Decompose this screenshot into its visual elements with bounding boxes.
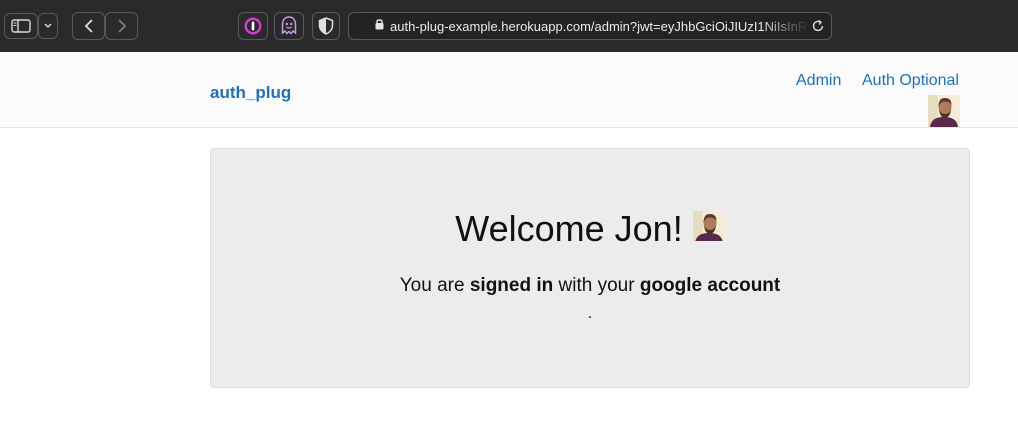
nav-link-admin[interactable]: Admin [796,72,841,90]
password-manager-icon [243,16,263,36]
signed-middle: with your [558,275,635,296]
welcome-heading: Welcome Jon! [211,207,969,251]
reload-icon[interactable] [811,19,825,38]
sidebar-toggle-button[interactable] [4,13,38,39]
url-text: auth-plug-example.herokuapp.com/admin?jw… [390,18,810,34]
password-manager-extension-button[interactable] [238,12,268,40]
sidebar-menu-button[interactable] [38,13,58,39]
chevron-down-icon [43,22,53,30]
avatar-inline [692,209,725,241]
nav-link-auth-optional[interactable]: Auth Optional [862,72,959,90]
back-button[interactable] [72,12,105,40]
ghost-icon [280,16,298,36]
privacy-shield-button[interactable] [312,12,340,40]
trailing-period: . [587,305,593,322]
chevron-left-icon [83,18,95,34]
address-bar[interactable]: auth-plug-example.herokuapp.com/admin?jw… [348,12,832,40]
provider-bold: google account [639,275,781,296]
chevron-right-icon [116,18,128,34]
signed-in-bold: signed in [469,275,554,296]
signed-in-message: You are signed in with your google accou… [211,275,969,297]
lock-icon [375,17,384,35]
ghostery-extension-button[interactable] [274,12,304,40]
welcome-text: Welcome Jon! [455,208,683,249]
site-navbar: auth_plug Admin Auth Optional [0,52,1018,128]
signed-prefix: You are [399,275,465,296]
welcome-panel: Welcome Jon! You are signed in with your… [210,148,970,388]
forward-button[interactable] [105,12,138,40]
browser-toolbar: auth-plug-example.herokuapp.com/admin?jw… [0,0,1018,52]
avatar[interactable] [928,95,960,127]
brand-link[interactable]: auth_plug [210,83,291,103]
sidebar-icon [11,19,31,33]
shield-icon [318,17,334,35]
